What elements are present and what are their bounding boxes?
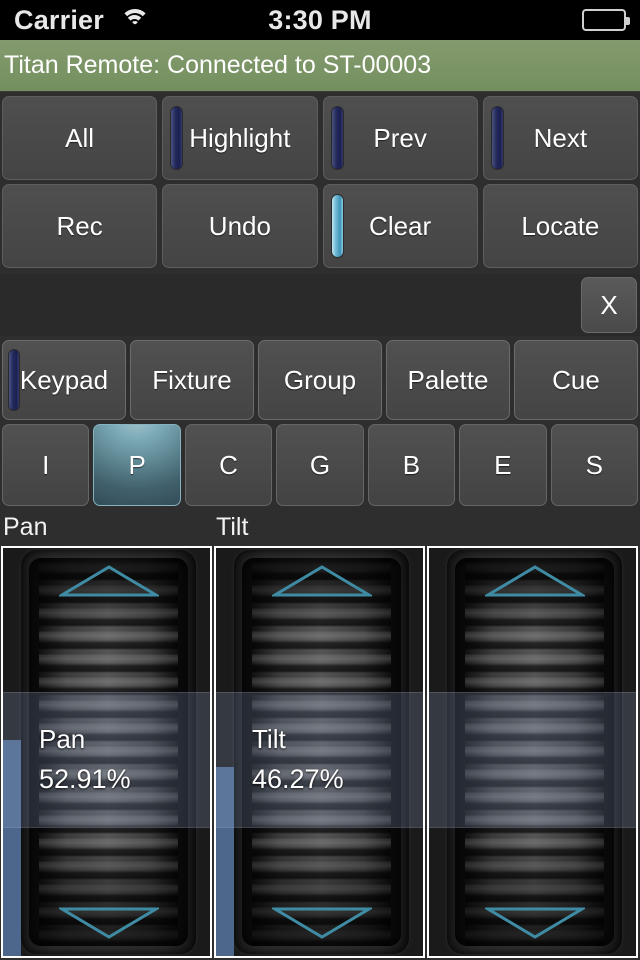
fader-up-arrow-icon[interactable] — [271, 564, 372, 598]
attribute-button-i[interactable]: I — [2, 424, 90, 506]
connection-banner: Titan Remote: Connected to ST-00003 — [0, 40, 640, 92]
command-button-highlight[interactable]: Highlight — [162, 96, 318, 180]
mode-button-fixture[interactable]: Fixture — [130, 340, 254, 420]
button-label: P — [128, 449, 146, 480]
status-bar: Carrier 3:30 PM — [0, 0, 640, 40]
fader-title-1: Pan — [3, 513, 48, 541]
mode-button-group[interactable]: Group — [258, 340, 382, 420]
button-label: G — [309, 449, 331, 480]
titan-remote-app: Carrier 3:30 PM Titan Remote: Connected … — [0, 0, 640, 960]
fader-body-1[interactable]: Pan 52.91% — [1, 546, 212, 958]
led-indicator-keypad — [8, 349, 20, 411]
fader-3[interactable] — [426, 512, 639, 958]
attribute-button-p[interactable]: P — [93, 424, 181, 506]
fader-value-1: 52.91% — [39, 764, 131, 794]
button-label: All — [65, 122, 95, 153]
button-label: Undo — [208, 210, 271, 241]
button-label: Fixture — [152, 364, 232, 395]
fader-2[interactable]: Tilt Tilt 46.27% — [213, 512, 426, 958]
command-button-prev[interactable]: Prev — [322, 96, 478, 180]
button-label: E — [494, 449, 512, 480]
command-button-next[interactable]: Next — [482, 96, 638, 180]
fader-title-2: Tilt — [216, 513, 249, 541]
fader-value-2: 46.27% — [252, 764, 344, 794]
fader-down-arrow-icon[interactable] — [271, 906, 372, 940]
mode-button-palette[interactable]: Palette — [386, 340, 510, 420]
command-button-row-2: Rec Undo Clear Locate — [0, 184, 640, 268]
attribute-button-s[interactable]: S — [550, 424, 638, 506]
command-button-locate[interactable]: Locate — [482, 184, 638, 268]
fader-title-3 — [426, 512, 639, 542]
fader-readout-band-3 — [429, 692, 636, 828]
command-button-clear[interactable]: Clear — [322, 184, 478, 268]
button-label: Prev — [373, 122, 427, 153]
command-button-undo[interactable]: Undo — [162, 184, 318, 268]
attribute-button-g[interactable]: G — [276, 424, 364, 506]
button-label: C — [219, 449, 238, 480]
fader-up-arrow-icon[interactable] — [58, 564, 159, 598]
command-button-rec[interactable]: Rec — [2, 184, 158, 268]
button-label: S — [585, 449, 603, 480]
led-indicator-clear — [330, 194, 344, 258]
led-indicator-next — [490, 106, 504, 170]
fader-readout-band-1: Pan 52.91% — [3, 692, 210, 828]
fader-area: Pan Pan 52.91% Tilt Tilt 46.27% — [0, 512, 640, 958]
fader-name-2: Tilt — [252, 724, 286, 754]
fader-readout-band-2: Tilt 46.27% — [216, 692, 423, 828]
connection-banner-text: Titan Remote: Connected to ST-00003 — [4, 51, 432, 79]
attribute-button-b[interactable]: B — [367, 424, 456, 506]
button-label: Group — [283, 364, 357, 395]
button-label: Keypad — [19, 364, 109, 395]
led-indicator-prev — [330, 106, 344, 170]
fader-down-arrow-icon[interactable] — [58, 906, 159, 940]
button-label: Palette — [407, 364, 489, 395]
button-label: Locate — [521, 210, 600, 241]
attribute-button-row: IPCGBES — [0, 424, 640, 506]
fader-body-3[interactable] — [427, 546, 638, 958]
button-label: Next — [533, 122, 588, 153]
battery-full-icon — [582, 9, 630, 31]
command-line-bar: X — [0, 274, 640, 336]
button-label: B — [402, 449, 421, 480]
mode-button-keypad[interactable]: Keypad — [2, 340, 126, 420]
fader-name-1: Pan — [39, 724, 86, 754]
button-label: Highlight — [189, 122, 291, 153]
attribute-button-e[interactable]: E — [459, 424, 547, 506]
fader-1[interactable]: Pan Pan 52.91% — [0, 512, 213, 958]
command-button-row-1: All Highlight Prev Next — [0, 96, 640, 180]
button-label: Clear — [369, 210, 432, 241]
fader-up-arrow-icon[interactable] — [484, 564, 585, 598]
mode-button-cue[interactable]: Cue — [514, 340, 638, 420]
button-label: I — [42, 449, 50, 480]
fader-body-2[interactable]: Tilt 46.27% — [214, 546, 425, 958]
fader-down-arrow-icon[interactable] — [484, 906, 585, 940]
command-button-all[interactable]: All — [2, 96, 158, 180]
clear-command-button[interactable]: X — [581, 277, 637, 333]
mode-button-row: Keypad Fixture Group Palette Cue — [0, 340, 640, 420]
button-label: Cue — [552, 364, 600, 395]
attribute-button-c[interactable]: C — [184, 424, 273, 506]
button-label: Rec — [56, 210, 103, 241]
led-indicator-highlight — [170, 106, 184, 170]
status-time: 3:30 PM — [268, 4, 372, 35]
